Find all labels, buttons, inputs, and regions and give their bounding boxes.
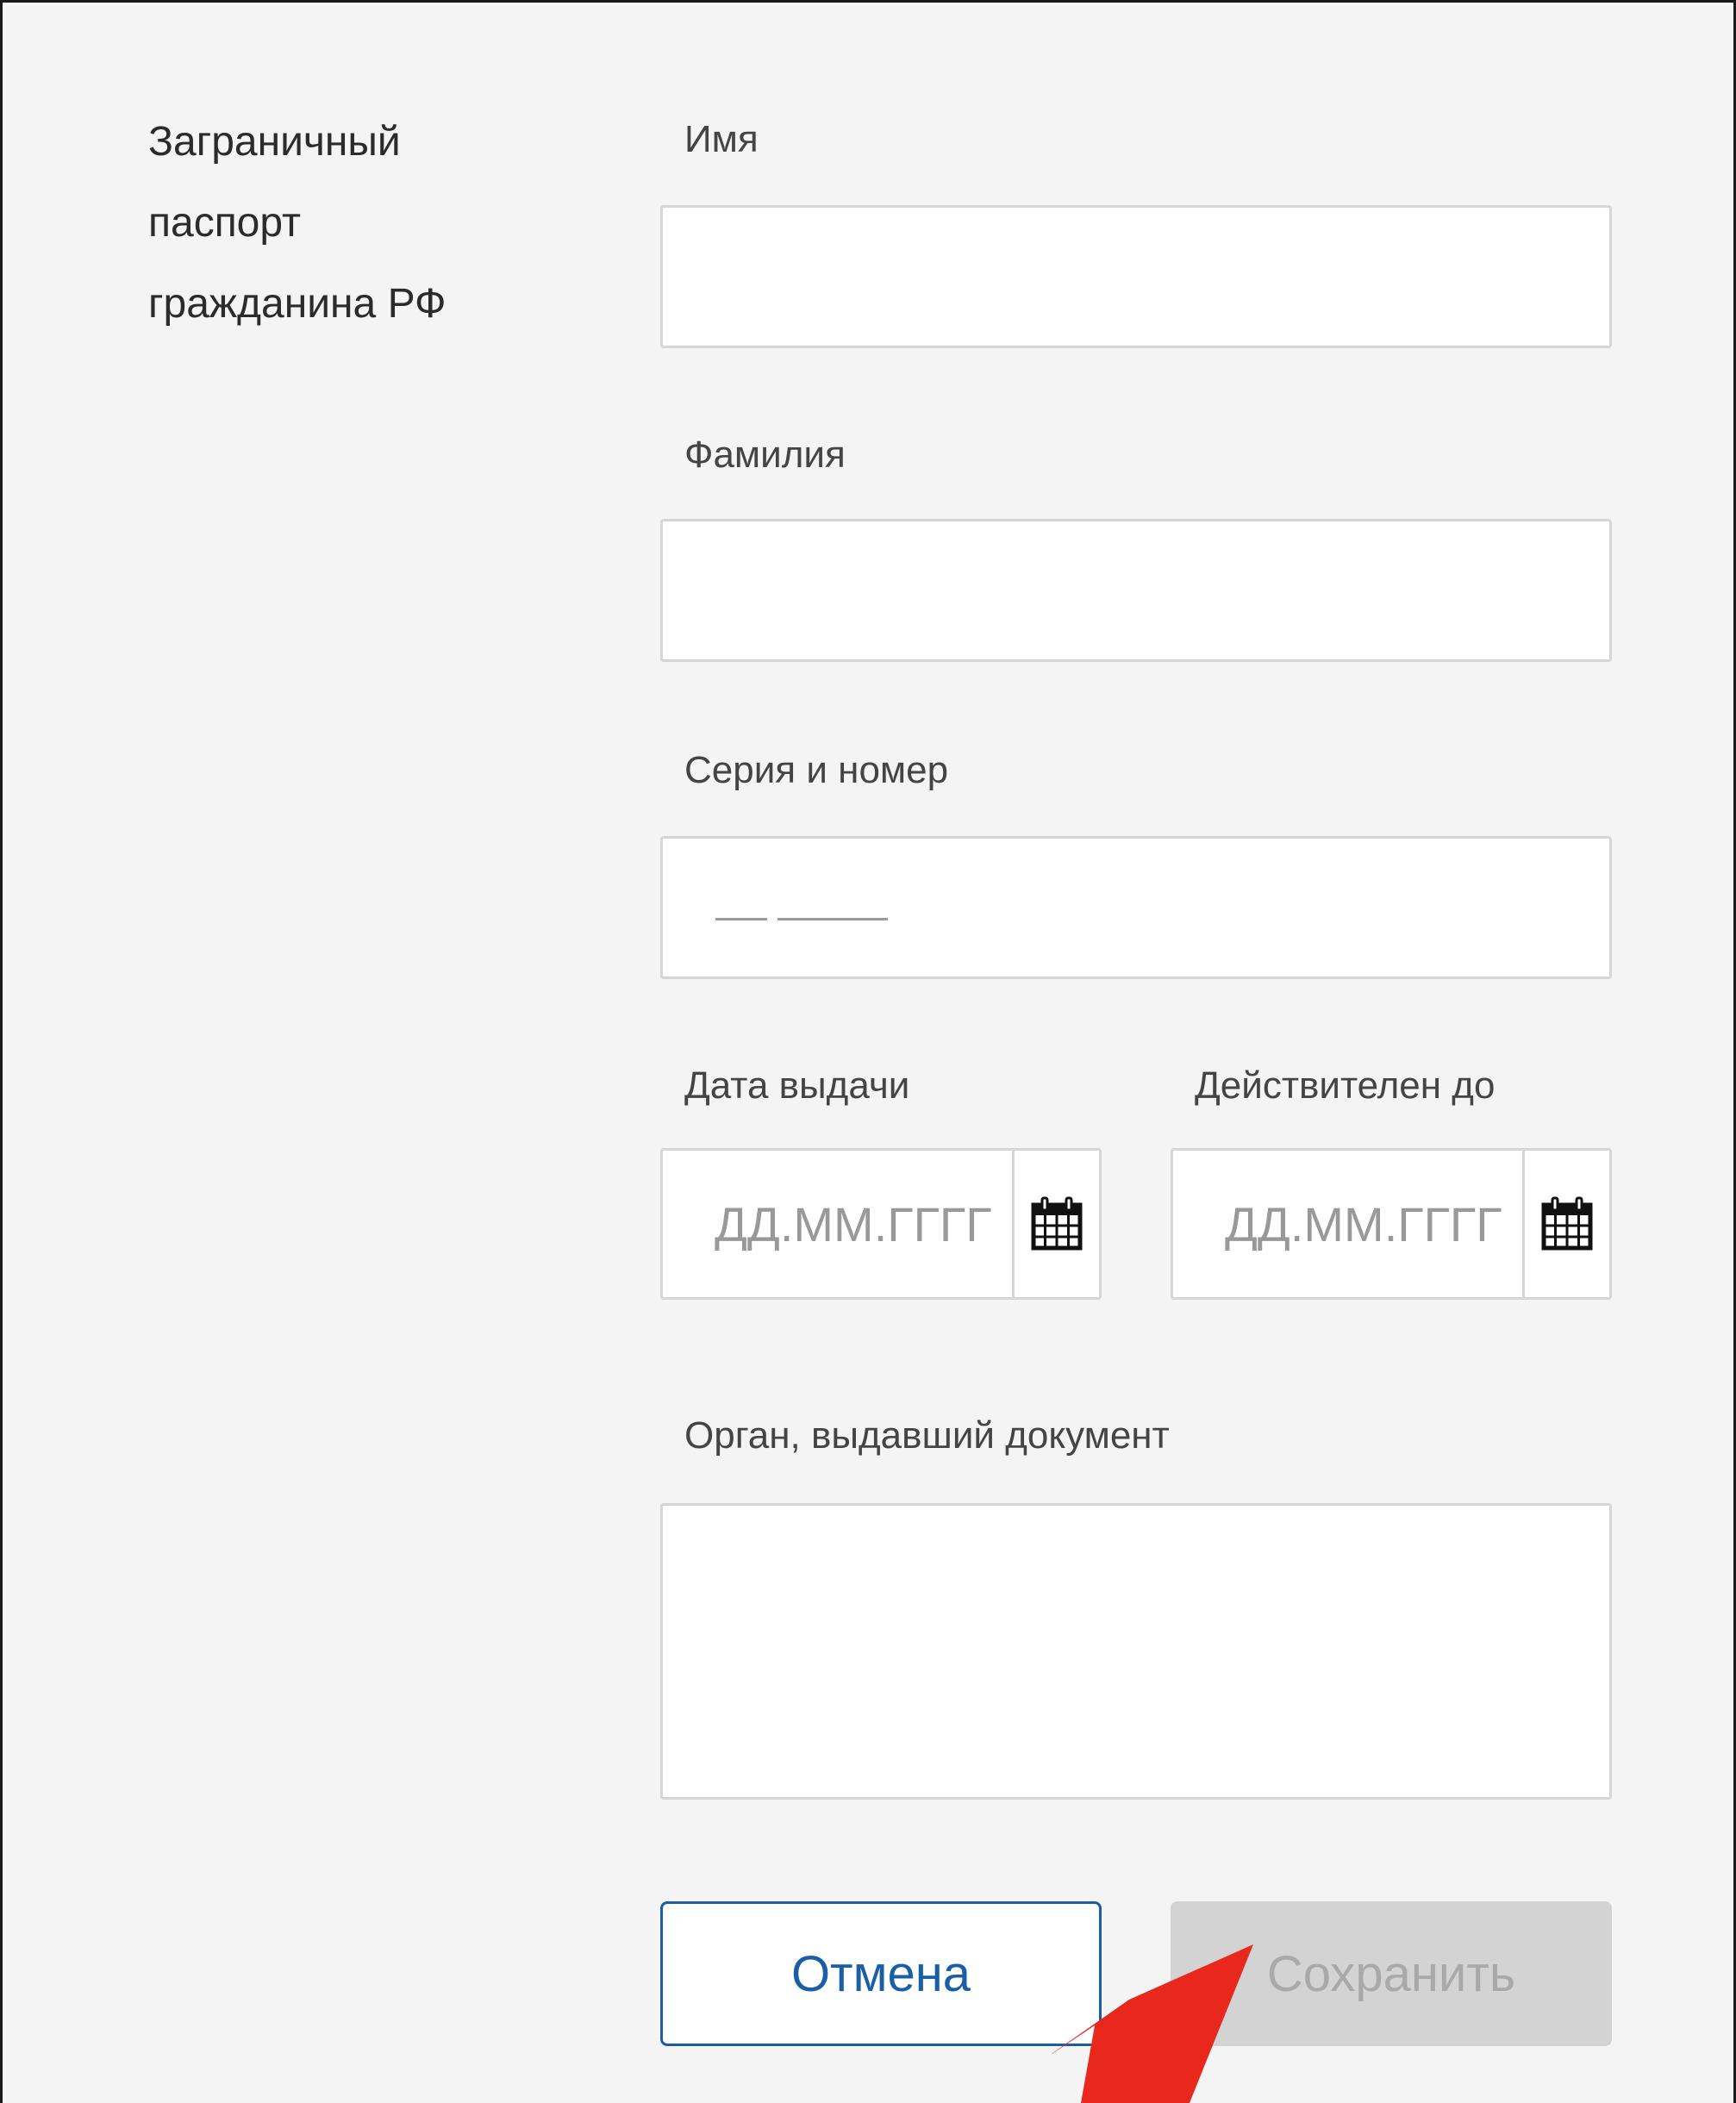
issuing-authority-textarea[interactable] <box>660 1503 1612 1800</box>
section-title-line-3: гражданина РФ <box>148 281 446 327</box>
series-number-label: Серия и номер <box>684 749 949 791</box>
save-button[interactable]: Сохранить <box>1171 1901 1612 2046</box>
issuing-authority-label: Орган, выдавший документ <box>684 1414 1170 1457</box>
valid-until-field <box>1171 1148 1612 1300</box>
issue-date-calendar-button[interactable] <box>1012 1151 1099 1297</box>
last-name-input[interactable] <box>660 519 1612 662</box>
section-title-line-2: паспорт <box>148 200 301 246</box>
calendar-icon <box>1541 1196 1593 1251</box>
issue-date-label: Дата выдачи <box>684 1064 910 1107</box>
valid-until-input[interactable] <box>1173 1151 1522 1297</box>
valid-until-label: Действителен до <box>1195 1064 1496 1107</box>
series-number-input[interactable] <box>660 836 1612 979</box>
first-name-input[interactable] <box>660 205 1612 348</box>
section-title-line-1: Заграничный <box>148 119 401 165</box>
issue-date-field <box>660 1148 1102 1300</box>
issue-date-input[interactable] <box>663 1151 1012 1297</box>
last-name-label: Фамилия <box>684 434 846 476</box>
cancel-button[interactable]: Отмена <box>660 1901 1102 2046</box>
first-name-label: Имя <box>684 118 759 160</box>
section-title: Заграничный паспорт гражданина РФ <box>148 102 545 345</box>
valid-until-calendar-button[interactable] <box>1522 1151 1609 1297</box>
calendar-icon <box>1031 1196 1083 1251</box>
